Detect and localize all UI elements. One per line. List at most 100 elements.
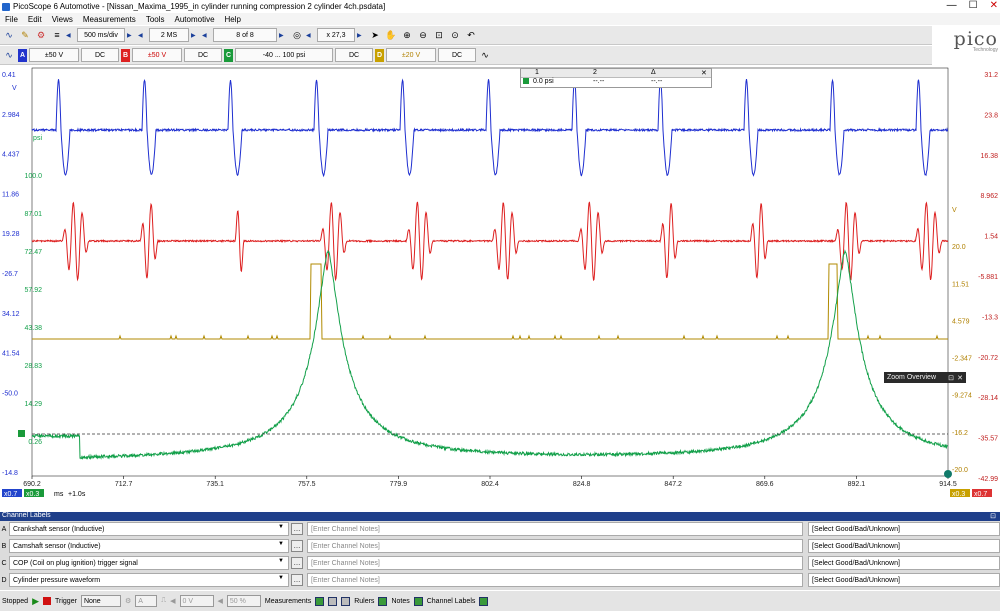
scope-mode-icon[interactable]: ∿ xyxy=(2,28,16,42)
channel-a-range[interactable]: ±50 V xyxy=(29,48,79,62)
menu-tools[interactable]: Tools xyxy=(146,15,165,24)
buffer-overview-icon[interactable]: ◎ xyxy=(290,28,304,42)
trigger-level-field[interactable]: 0 V xyxy=(180,595,214,607)
chevron-down-icon[interactable]: ▼ xyxy=(278,541,284,547)
zoom-level[interactable]: x 27,3 xyxy=(317,28,355,42)
delete-measurement-button[interactable] xyxy=(341,597,350,606)
buffer-prev-arrow[interactable]: ◀ xyxy=(202,32,211,39)
zoom-overview-pin-icon[interactable]: ⊡ xyxy=(948,374,954,382)
axis-d-tick-label: 1.54 xyxy=(984,234,998,241)
more-button[interactable]: … xyxy=(291,574,303,586)
channel-notes-field[interactable]: [Enter Channel Notes] xyxy=(307,573,803,587)
axis-psi-tick-label: 87.01 xyxy=(24,211,42,218)
trigger-mode-select[interactable]: None xyxy=(81,595,121,607)
scale-tag-label: x0.3 xyxy=(952,491,965,498)
channel-name-field[interactable]: Cylinder pressure waveform xyxy=(9,573,289,587)
more-button[interactable]: … xyxy=(291,540,303,552)
hand-icon[interactable]: ✋ xyxy=(384,28,398,42)
channel-b-range[interactable]: ±50 V xyxy=(132,48,182,62)
samples-prev-arrow[interactable]: ◀ xyxy=(138,32,147,39)
channel-label-row-d: D Cylinder pressure waveform ▼ … [Enter … xyxy=(0,572,1000,588)
ruler-legend[interactable]: 1 2 Δ ✕ 0.0 psi --.-- --.-- xyxy=(520,68,712,88)
channel-notes-field[interactable]: [Enter Channel Notes] xyxy=(307,539,803,553)
menu-automotive[interactable]: Automotive xyxy=(175,15,215,24)
channel-notes-field[interactable]: [Enter Channel Notes] xyxy=(307,556,803,570)
axis-d-tick-label: -28.14 xyxy=(978,395,998,402)
menu-file[interactable]: File xyxy=(5,15,18,24)
zoom-fit-icon[interactable]: ⊙ xyxy=(448,28,462,42)
zoom-out-icon[interactable]: ⊖ xyxy=(416,28,430,42)
menu-views[interactable]: Views xyxy=(52,15,73,24)
channel-b-coupling[interactable]: DC xyxy=(184,48,222,62)
channel-c-coupling[interactable]: DC xyxy=(335,48,373,62)
buffer-next-arrow[interactable]: ▶ xyxy=(279,32,288,39)
chevron-down-icon[interactable]: ▼ xyxy=(278,524,284,530)
zoom-area-icon[interactable]: ⊡ xyxy=(432,28,446,42)
channel-labels-pin-icon[interactable]: ⊡ xyxy=(990,512,996,520)
zoom-in-icon[interactable]: ⊕ xyxy=(400,28,414,42)
math-channel-icon[interactable]: ∿ xyxy=(478,48,492,62)
waveform-svg[interactable]: 690.2 712.7 735.1 757.5 779.9 802.4 824.8 847.2… xyxy=(0,65,1000,578)
timebase-prev-arrow[interactable]: ◀ xyxy=(66,32,75,39)
channel-a-coupling[interactable]: DC xyxy=(81,48,119,62)
trigger-channel-select[interactable]: A xyxy=(135,595,157,607)
add-measurement-button[interactable] xyxy=(315,597,324,606)
timebase-next-arrow[interactable]: ▶ xyxy=(127,32,136,39)
menu-icon[interactable]: ≡ xyxy=(50,28,64,42)
minimize-button[interactable]: — xyxy=(947,0,957,11)
rating-select[interactable]: [Select Good/Bad/Unknown] xyxy=(808,522,1000,536)
channel-a-badge[interactable]: A xyxy=(18,49,27,62)
rulers-button[interactable] xyxy=(378,597,387,606)
channel-name-field[interactable]: COP (Coil on plug ignition) trigger sign… xyxy=(9,556,289,570)
zoom-overview-panel[interactable]: Zoom Overview ⊡ ✕ xyxy=(884,372,966,383)
trigger-icon[interactable]: ⚙ xyxy=(125,597,131,605)
samples-select[interactable]: 2 MS xyxy=(149,28,189,42)
channel-name-field[interactable]: Camshaft sensor (Inductive) xyxy=(9,539,289,553)
channel-labels-button[interactable] xyxy=(479,597,488,606)
menu-measurements[interactable]: Measurements xyxy=(83,15,136,24)
close-button[interactable]: ✕ xyxy=(990,0,998,11)
channel-d-coupling[interactable]: DC xyxy=(438,48,476,62)
stop-icon[interactable] xyxy=(43,597,51,605)
play-icon[interactable]: ▶ xyxy=(32,596,39,607)
channel-b-badge[interactable]: B xyxy=(121,49,130,62)
maximize-button[interactable]: ☐ xyxy=(969,0,978,11)
pretrigger-arrow[interactable]: ◀ xyxy=(218,597,223,605)
rating-select[interactable]: [Select Good/Bad/Unknown] xyxy=(808,556,1000,570)
zoom-prev-arrow[interactable]: ◀ xyxy=(306,32,315,39)
samples-next-arrow[interactable]: ▶ xyxy=(191,32,200,39)
rising-edge-icon[interactable]: ⎍ xyxy=(161,597,166,605)
chevron-down-icon[interactable]: ▼ xyxy=(278,558,284,564)
zoom-next-arrow[interactable]: ▶ xyxy=(357,32,366,39)
menu-help[interactable]: Help xyxy=(225,15,241,24)
buffer-navigator[interactable]: 8 of 8 xyxy=(213,28,277,42)
axis-b-tick-label: -9.274 xyxy=(952,393,972,400)
scope-plot[interactable]: 690.2 712.7 735.1 757.5 779.9 802.4 824.8 847.2… xyxy=(0,65,1000,578)
channel-c-range[interactable]: -40 ... 100 psi xyxy=(235,48,333,62)
more-button[interactable]: … xyxy=(291,557,303,569)
channel-d-badge[interactable]: D xyxy=(375,49,384,62)
edit-measurement-button[interactable] xyxy=(328,597,337,606)
probe-icon[interactable]: ✎ xyxy=(18,28,32,42)
automotive-icon[interactable]: ⚙ xyxy=(34,28,48,42)
rating-select[interactable]: [Select Good/Bad/Unknown] xyxy=(808,539,1000,553)
axis-psi-tick-label: 57.92 xyxy=(24,287,42,294)
trigger-level-arrow[interactable]: ◀ xyxy=(170,597,175,605)
channel-notes-field[interactable]: [Enter Channel Notes] xyxy=(307,522,803,536)
ruler-close-icon[interactable]: ✕ xyxy=(701,69,707,77)
pointer-icon[interactable]: ➤ xyxy=(368,28,382,42)
channel-label-row-a: A Crankshaft sensor (Inductive) ▼ … [Ent… xyxy=(0,521,1000,537)
timebase-select[interactable]: 500 ms/div xyxy=(77,28,125,42)
chevron-down-icon[interactable]: ▼ xyxy=(278,575,284,581)
channel-name-field[interactable]: Crankshaft sensor (Inductive) xyxy=(9,522,289,536)
rating-select[interactable]: [Select Good/Bad/Unknown] xyxy=(808,573,1000,587)
axis-psi-tick-label: 14.29 xyxy=(24,401,42,408)
undo-zoom-icon[interactable]: ↶ xyxy=(464,28,478,42)
zoom-overview-close-icon[interactable]: ✕ xyxy=(957,374,963,382)
channel-d-range[interactable]: ±20 V xyxy=(386,48,436,62)
channel-c-badge[interactable]: C xyxy=(224,49,233,62)
notes-button[interactable] xyxy=(414,597,423,606)
more-button[interactable]: … xyxy=(291,523,303,535)
menu-edit[interactable]: Edit xyxy=(28,15,42,24)
pretrigger-field[interactable]: 50 % xyxy=(227,595,261,607)
